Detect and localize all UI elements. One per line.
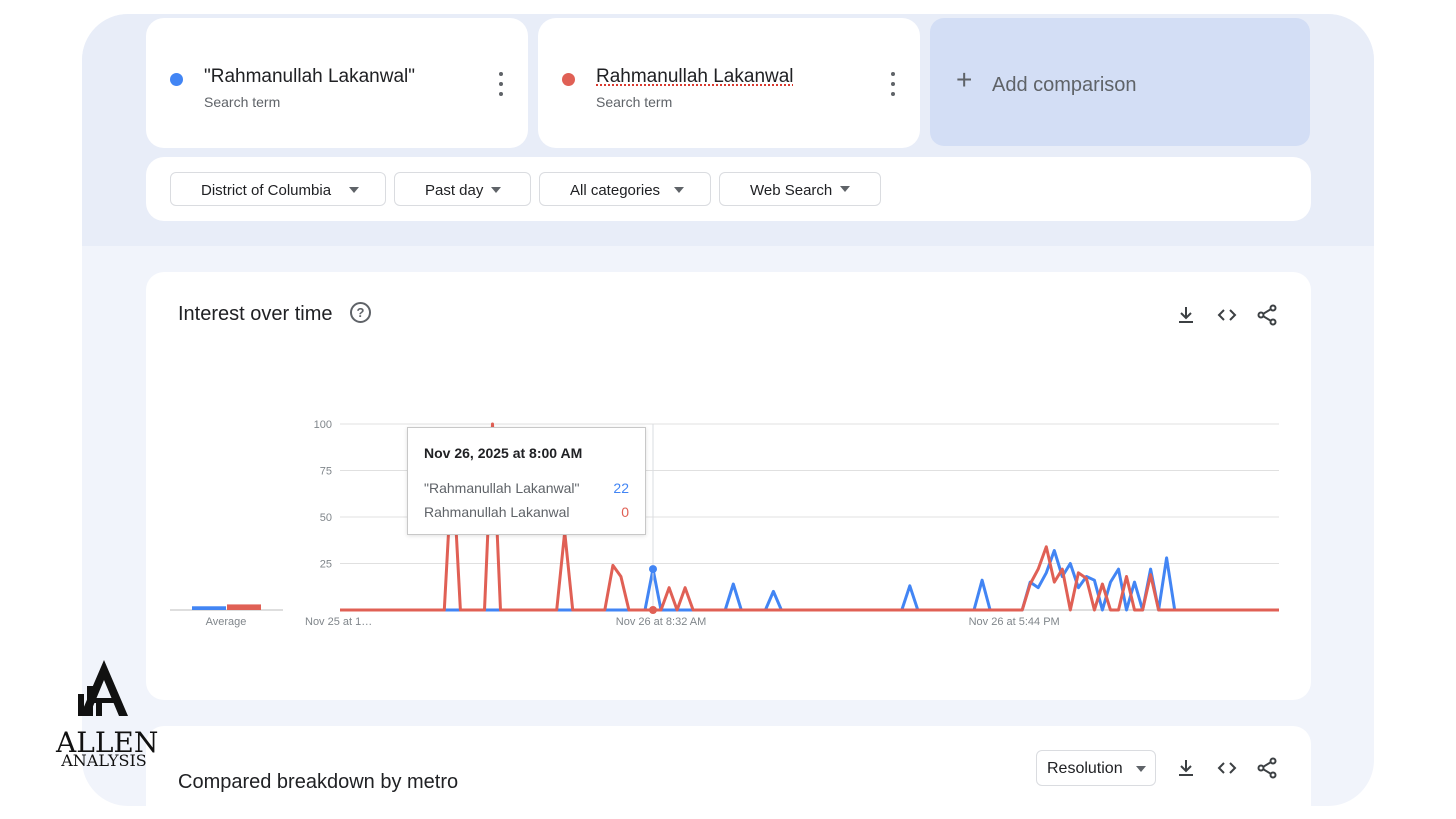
embed-code-icon[interactable] <box>1215 756 1239 780</box>
y-tick-label: 50 <box>320 512 332 524</box>
category-dropdown[interactable]: All categories <box>539 172 711 206</box>
search-term-name: Rahmanullah Lakanwal <box>596 66 794 87</box>
x-tick-label: Nov 26 at 5:44 PM <box>969 616 1060 628</box>
tooltip-series-label: Rahmanullah Lakanwal <box>424 504 570 520</box>
caret-down-icon <box>349 187 359 193</box>
chart-tooltip: Nov 26, 2025 at 8:00 AM "Rahmanullah Lak… <box>407 427 646 535</box>
more-vert-icon[interactable] <box>888 72 898 96</box>
metro-breakdown-card: Compared breakdown by metro Resolution <box>146 726 1311 806</box>
search-term-name: "Rahmanullah Lakanwal" <box>204 66 416 87</box>
time-range-dropdown[interactable]: Past day <box>394 172 531 206</box>
region-label: District of Columbia <box>201 182 332 199</box>
search-type-label: Web Search <box>750 182 833 199</box>
search-term-subtitle: Search term <box>204 94 281 110</box>
filter-bar: District of Columbia Past day All catego… <box>146 157 1311 221</box>
logo-mark <box>78 660 128 716</box>
search-term-subtitle: Search term <box>596 94 673 110</box>
hover-point <box>649 565 657 574</box>
interest-chart: 100 75 50 25 Average Nov 25 at 1… Nov 26 at … <box>170 419 1279 628</box>
search-term-card-1[interactable]: "Rahmanullah Lakanwal" Search term <box>146 18 528 148</box>
logo-text-line2: ANALYSIS <box>61 751 147 770</box>
caret-down-icon <box>491 187 501 193</box>
average-bar <box>227 604 261 610</box>
add-comparison-button[interactable]: + Add comparison <box>930 18 1310 146</box>
time-range-label: Past day <box>425 182 484 199</box>
tooltip-date: Nov 26, 2025 at 8:00 AM <box>424 445 583 461</box>
trends-frame: "Rahmanullah Lakanwal" Search term Rahma… <box>82 14 1374 806</box>
series-line <box>340 549 1279 612</box>
x-tick-label: Nov 25 at 1… <box>305 616 372 628</box>
card-title: Compared breakdown by metro <box>178 771 459 793</box>
series-dot-red <box>562 73 575 86</box>
category-label: All categories <box>570 182 661 199</box>
interest-over-time-card: Interest over time ? 100 75 50 25 Average N… <box>146 272 1311 700</box>
y-tick-label: 25 <box>320 559 332 571</box>
resolution-label: Resolution <box>1047 760 1123 777</box>
region-dropdown[interactable]: District of Columbia <box>170 172 386 206</box>
allen-analysis-logo: ALLEN ANALYSIS <box>56 658 158 778</box>
more-vert-icon[interactable] <box>496 72 506 96</box>
x-tick-label: Nov 26 at 8:32 AM <box>616 616 707 628</box>
y-tick-label: 75 <box>320 466 332 478</box>
caret-down-icon <box>1136 766 1146 772</box>
average-bar <box>192 606 226 610</box>
tooltip-series-value: 0 <box>621 504 629 520</box>
tooltip-series-label: "Rahmanullah Lakanwal" <box>424 480 580 496</box>
average-label: Average <box>206 616 247 628</box>
caret-down-icon <box>840 186 850 192</box>
resolution-dropdown[interactable]: Resolution <box>1036 750 1156 786</box>
y-tick-label: 100 <box>314 419 332 431</box>
caret-down-icon <box>674 187 684 193</box>
share-icon[interactable] <box>1255 756 1279 780</box>
add-comparison-label: Add comparison <box>992 74 1137 96</box>
hover-point <box>649 606 657 614</box>
plus-icon: + <box>956 64 973 95</box>
download-icon[interactable] <box>1174 756 1198 780</box>
series-dot-blue <box>170 73 183 86</box>
tooltip-series-value: 22 <box>613 480 629 496</box>
search-term-card-2[interactable]: Rahmanullah Lakanwal Search term <box>538 18 920 148</box>
search-type-dropdown[interactable]: Web Search <box>719 172 881 206</box>
